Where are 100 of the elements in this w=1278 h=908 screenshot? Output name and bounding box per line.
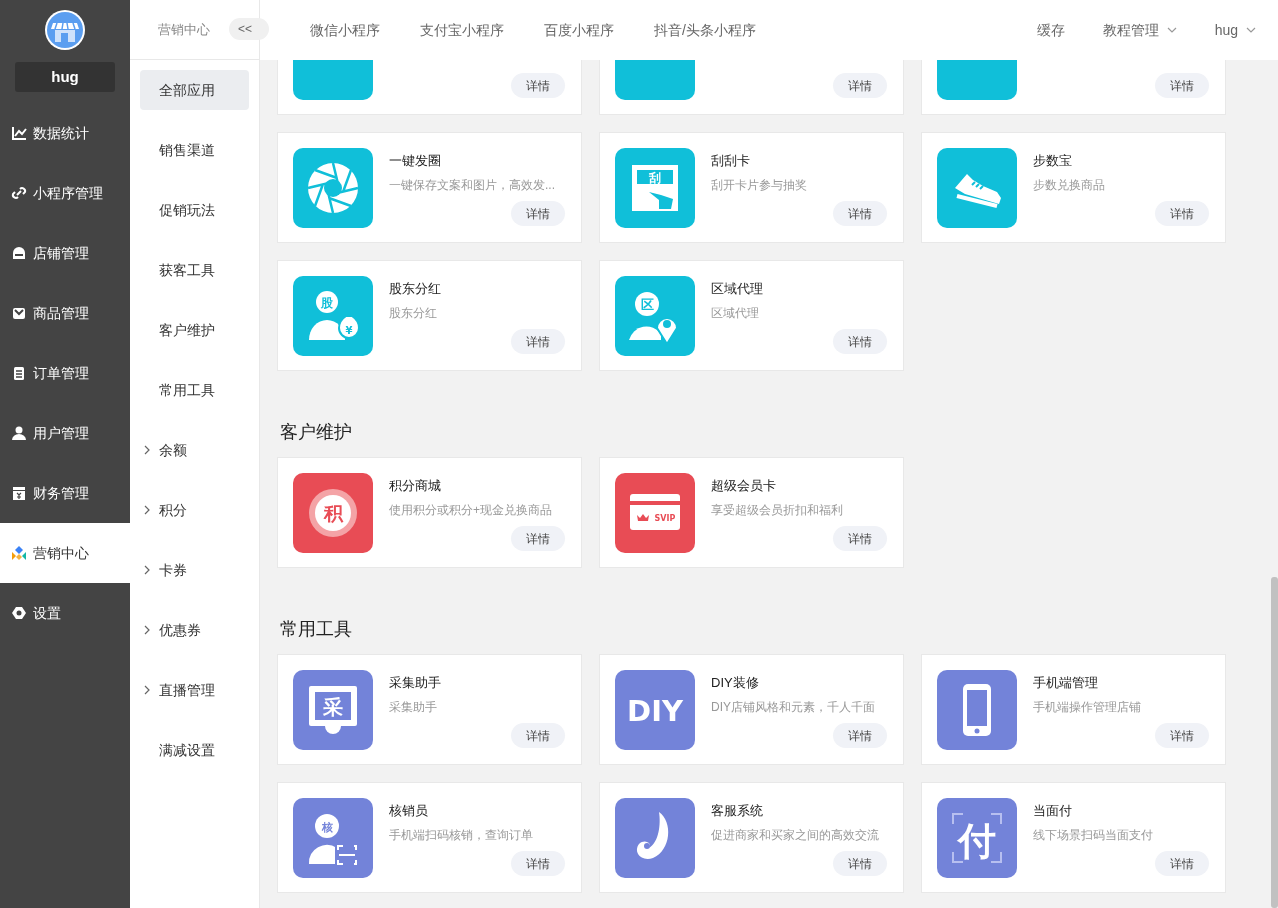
submenu-item[interactable]: 余额 xyxy=(140,430,249,470)
app-icon: DIY xyxy=(615,670,695,750)
chevron-right-icon xyxy=(144,685,150,695)
submenu-item[interactable]: 客户维护 xyxy=(140,310,249,350)
platform-tab[interactable]: 微信小程序 xyxy=(310,19,380,41)
nav-item[interactable]: 营销中心 xyxy=(0,523,130,583)
marketing-icon xyxy=(11,545,27,561)
nav-item[interactable]: 数据统计 xyxy=(0,103,130,163)
nav-item[interactable]: 商品管理 xyxy=(0,283,130,343)
link-icon xyxy=(11,185,27,201)
app-title: 刮刮卡 xyxy=(711,152,751,170)
app-icon: 积 xyxy=(293,473,373,553)
app-icon: 付 xyxy=(937,798,1017,878)
app-title: 采集助手 xyxy=(389,674,441,692)
details-button[interactable]: 详情 xyxy=(511,73,565,98)
section-title: 营销中心 xyxy=(158,20,210,39)
submenu-item[interactable]: 获客工具 xyxy=(140,250,249,290)
nav-item[interactable]: 财务管理 xyxy=(0,463,130,523)
submenu-item[interactable]: 直播管理 xyxy=(140,670,249,710)
submenu-item[interactable]: 常用工具 xyxy=(140,370,249,410)
details-button[interactable]: 详情 xyxy=(833,526,887,551)
app-description: 采集助手 xyxy=(389,698,438,716)
app-title: 客服系统 xyxy=(711,802,764,820)
app-description: 手机端操作管理店铺 xyxy=(1033,698,1141,716)
app-description: 刮开卡片参与抽奖 xyxy=(711,176,807,194)
details-button[interactable]: 详情 xyxy=(833,201,887,226)
details-button[interactable]: 详情 xyxy=(511,851,565,876)
details-button[interactable]: 详情 xyxy=(833,851,887,876)
nav-item[interactable]: 订单管理 xyxy=(0,343,130,403)
submenu-item[interactable]: 积分 xyxy=(140,490,249,530)
app-icon: 区 xyxy=(615,276,695,356)
submenu-item[interactable]: 促销玩法 xyxy=(140,190,249,230)
details-button[interactable]: 详情 xyxy=(1155,851,1209,876)
details-button[interactable]: 详情 xyxy=(833,329,887,354)
store-avatar-icon[interactable] xyxy=(44,9,86,51)
app-description: 一键保存文案和图片，高效发... xyxy=(389,176,555,194)
header-link[interactable]: 缓存 xyxy=(1028,19,1073,41)
collapse-button[interactable]: << xyxy=(229,18,269,40)
app-description: 手机端扫码核销，查询订单 xyxy=(389,826,533,844)
app-title: 当面付 xyxy=(1033,802,1073,820)
clipboard-icon xyxy=(11,365,27,381)
chevron-right-icon xyxy=(144,565,150,575)
app-title: 股东分红 xyxy=(389,280,441,298)
app-description: 股东分红 xyxy=(389,304,438,322)
platform-tab[interactable]: 百度小程序 xyxy=(544,19,614,41)
app-icon: 核 xyxy=(293,798,373,878)
shop-icon xyxy=(11,245,27,261)
dropdown-menu[interactable]: hug xyxy=(1206,19,1264,41)
chevron-right-icon xyxy=(144,445,150,455)
details-button[interactable]: 详情 xyxy=(511,723,565,748)
nav-item[interactable]: 用户管理 xyxy=(0,403,130,463)
app-title: 步数宝 xyxy=(1033,152,1073,170)
details-button[interactable]: 详情 xyxy=(511,526,565,551)
submenu-item[interactable]: 满减设置 xyxy=(140,730,249,770)
platform-tab[interactable]: 抖音/头条小程序 xyxy=(654,19,756,41)
nav-item[interactable]: 店铺管理 xyxy=(0,223,130,283)
details-button[interactable]: 详情 xyxy=(1155,723,1209,748)
details-button[interactable]: 详情 xyxy=(833,723,887,748)
app-title: 区域代理 xyxy=(711,280,763,298)
app-title: 积分商城 xyxy=(389,477,442,495)
nav-item[interactable]: 设置 xyxy=(0,583,130,643)
section-heading: 常用工具 xyxy=(280,619,352,639)
section-heading: 客户维护 xyxy=(280,422,352,442)
submenu-item[interactable]: 销售渠道 xyxy=(140,130,249,170)
app-title: 手机端管理 xyxy=(1033,674,1099,692)
app-description: 使用积分或积分+现金兑换商品 xyxy=(389,501,552,519)
username-label: hug xyxy=(15,62,115,92)
submenu-item[interactable]: 优惠券 xyxy=(140,610,249,650)
app-title: 一键发圈 xyxy=(389,152,442,170)
chevron-down-icon xyxy=(1166,27,1177,33)
app-description: 区域代理 xyxy=(711,304,760,322)
app-description: DIY店铺风格和元素，千人千面 xyxy=(711,698,875,716)
details-button[interactable]: 详情 xyxy=(511,201,565,226)
app-description: 享受超级会员折扣和福利 xyxy=(711,501,843,519)
app-icon: SVIP xyxy=(615,473,695,553)
app-icon: 股 ¥ xyxy=(293,276,373,356)
app-description: 线下场景扫码当面支付 xyxy=(1033,826,1153,844)
details-button[interactable]: 详情 xyxy=(833,73,887,98)
app-icon: 采 xyxy=(293,670,373,750)
platform-tab[interactable]: 支付宝小程序 xyxy=(420,19,504,41)
person-icon xyxy=(11,425,27,441)
gear-icon xyxy=(11,605,27,621)
dropdown-menu[interactable]: 教程管理 xyxy=(1094,19,1185,41)
app-title: 超级会员卡 xyxy=(711,477,777,495)
money-icon xyxy=(11,485,27,501)
app-description: 步数兑换商品 xyxy=(1033,176,1105,194)
details-button[interactable]: 详情 xyxy=(1155,201,1209,226)
chart-icon xyxy=(11,125,27,141)
details-button[interactable]: 详情 xyxy=(1155,73,1209,98)
app-title: DIY装修 xyxy=(711,674,760,692)
chevron-right-icon xyxy=(144,625,150,635)
nav-item[interactable]: 小程序管理 xyxy=(0,163,130,223)
submenu-item[interactable]: 卡券 xyxy=(140,550,249,590)
details-button[interactable]: 详情 xyxy=(511,329,565,354)
chevron-down-icon xyxy=(1246,27,1256,33)
app-description: 促进商家和买家之间的高效交流 xyxy=(711,826,879,844)
app-title: 核销员 xyxy=(389,802,429,820)
submenu-item[interactable]: 全部应用 xyxy=(140,70,249,110)
bag-icon xyxy=(11,305,27,321)
app-icon: 刮 xyxy=(615,148,695,228)
